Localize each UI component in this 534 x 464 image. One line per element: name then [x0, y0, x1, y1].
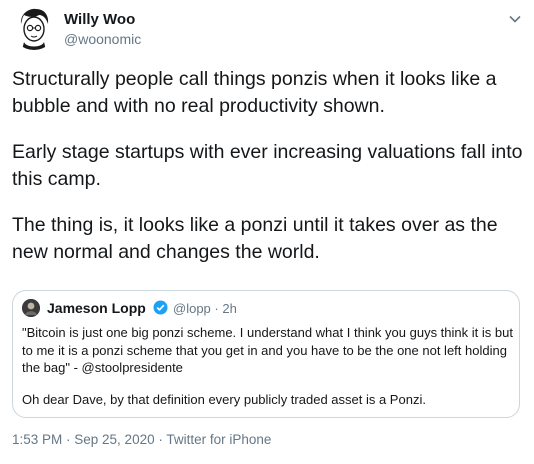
- quoted-paragraph: "Bitcoin is just one big ponzi scheme. I…: [22, 325, 513, 375]
- quoted-time: 2h: [222, 301, 237, 316]
- verified-badge-icon: [153, 300, 168, 315]
- chevron-down-icon[interactable]: [508, 12, 522, 26]
- cartoon-portrait-icon: [12, 6, 56, 50]
- tweet-paragraph: Structurally people call things ponzis w…: [12, 68, 497, 117]
- author-handle[interactable]: @woonomic: [64, 31, 141, 47]
- quoted-text: "Bitcoin is just one big ponzi scheme. I…: [22, 324, 514, 422]
- quoted-author-name: Jameson Lopp: [47, 300, 146, 316]
- quoted-author-avatar: [22, 299, 40, 317]
- author-avatar[interactable]: [12, 6, 56, 50]
- quoted-paragraph: Oh dear Dave, by that definition every p…: [22, 391, 426, 407]
- quoted-author-handle: @lopp: [173, 301, 211, 316]
- quoted-tweet[interactable]: Jameson Lopp @lopp · 2h "Bitcoin is just…: [12, 290, 520, 418]
- author-name[interactable]: Willy Woo: [64, 11, 135, 28]
- tweet-card: Willy Woo @woonomic Structurally people …: [0, 0, 534, 464]
- quoted-meta: @lopp · 2h: [173, 301, 237, 316]
- tweet-timestamp[interactable]: 1:53 PM · Sep 25, 2020 · Twitter for iPh…: [12, 432, 271, 447]
- tweet-text: Structurally people call things ponzis w…: [12, 66, 524, 285]
- tweet-paragraph: The thing is, it looks like a ponzi unti…: [12, 214, 498, 263]
- tweet-paragraph: Early stage startups with ever increasin…: [12, 141, 523, 190]
- meta-separator: ·: [214, 301, 219, 316]
